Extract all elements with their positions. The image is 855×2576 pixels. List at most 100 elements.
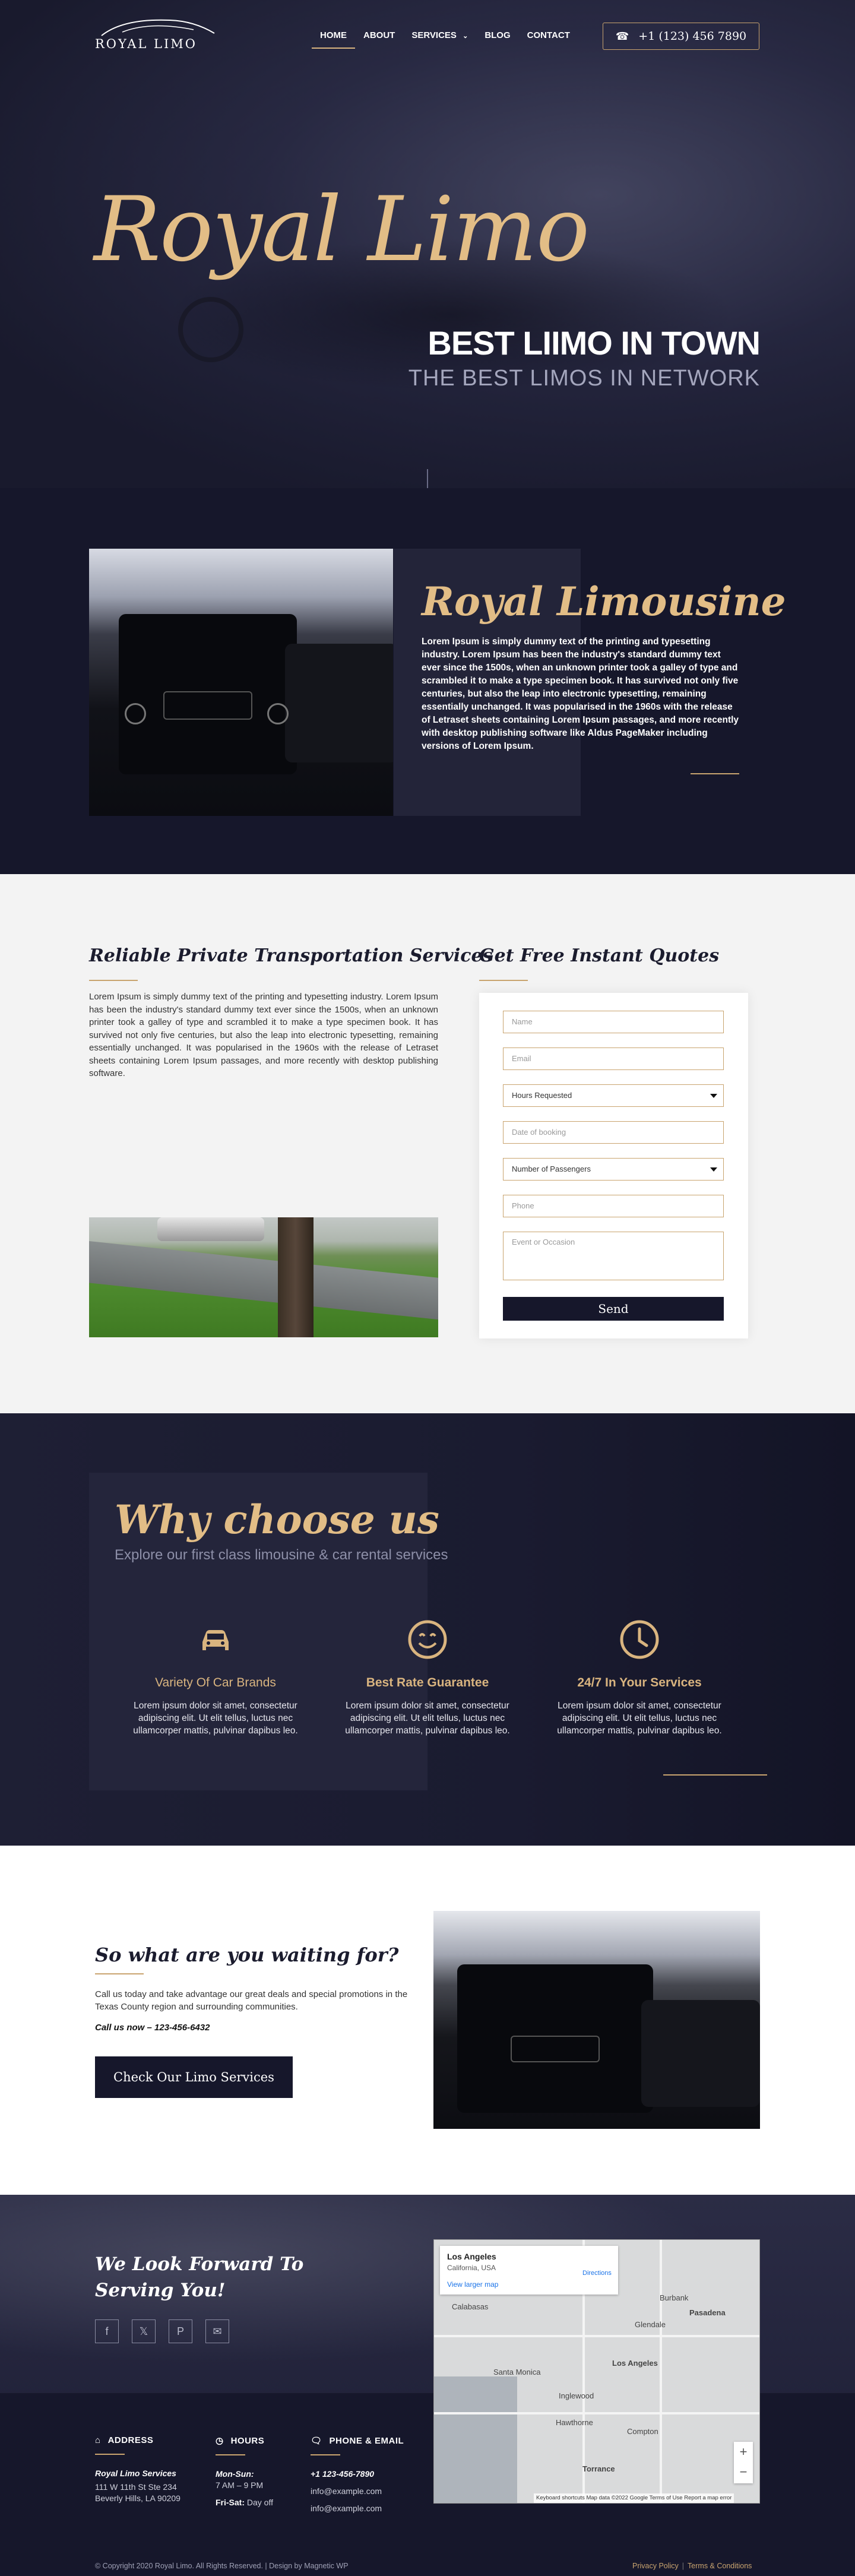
about-text: Lorem Ipsum is simply dummy text of the … — [422, 637, 739, 751]
about-divider — [691, 773, 739, 774]
map-label: Los Angeles — [612, 2359, 658, 2368]
nav-home[interactable]: HOME — [312, 29, 355, 50]
footer-address: ⌂ ADDRESS Royal Limo Services 111 W 11th … — [95, 2435, 180, 2504]
car-silhouette — [157, 1217, 264, 1241]
chat-icon: 🗨 — [311, 2436, 322, 2446]
headlight — [125, 703, 146, 724]
clock-icon: ◷ — [216, 2436, 224, 2446]
footer-contact: 🗨 PHONE & EMAIL +1 123-456-7890 info@exam… — [311, 2435, 404, 2514]
event-textarea[interactable]: Event or Occasion — [503, 1232, 724, 1280]
privacy-link[interactable]: Privacy Policy — [632, 2562, 679, 2570]
grille — [511, 2036, 600, 2062]
send-button[interactable]: Send — [503, 1297, 724, 1321]
contact-phone[interactable]: +1 123-456-7890 — [311, 2469, 404, 2480]
feature-name: Best Rate Guarantee — [366, 1676, 489, 1689]
nav-blog[interactable]: BLOG — [476, 29, 518, 50]
legal-separator: | — [682, 2562, 685, 2570]
home-icon: ⌂ — [95, 2435, 101, 2445]
hero-headline: BEST LIIMO IN TOWN — [428, 324, 761, 362]
feature-24-7: 24/7 In Your Services Lorem ipsum dolor … — [540, 1618, 739, 1737]
why-divider — [663, 1774, 767, 1776]
nav-contact[interactable]: CONTACT — [519, 29, 578, 50]
hero-script-title: Royal Limo — [94, 178, 590, 281]
phone-field[interactable]: Phone — [503, 1195, 724, 1217]
map-label: Compton — [627, 2427, 658, 2436]
footer-hours: ◷ HOURS Mon-Sun: 7 AM – 9 PM Fri-Sat: Day… — [216, 2435, 273, 2508]
map-label: Calabasas — [452, 2302, 489, 2311]
map-larger-link[interactable]: View larger map — [447, 2280, 498, 2289]
caret-down-icon — [710, 1167, 717, 1172]
footer-title: We Look Forward To Serving You! — [95, 2254, 304, 2301]
contact-email[interactable]: info@example.com — [311, 2503, 404, 2514]
hours-time2: Day off — [246, 2498, 273, 2507]
hours-select-value: Hours Requested — [512, 1091, 572, 1100]
google-map[interactable]: Los Angeles California, USA View larger … — [433, 2239, 760, 2504]
map-street — [434, 2335, 759, 2337]
map-zoom-control[interactable]: + − — [734, 2442, 753, 2483]
social-links: f 𝕏 P ✉ — [95, 2319, 229, 2343]
zoom-out-icon[interactable]: − — [734, 2462, 753, 2482]
nav-services[interactable]: SERVICES ⌄ — [403, 29, 476, 50]
road — [89, 1241, 438, 1321]
email-field[interactable]: Email — [503, 1048, 724, 1070]
copyright: © Copyright 2020 Royal Limo. All Rights … — [95, 2562, 349, 2570]
services-section: Reliable Private Transportation Services… — [0, 874, 855, 1413]
map-label: Glendale — [635, 2320, 666, 2329]
caret-down-icon — [710, 1094, 717, 1098]
why-section: Why choose us Explore our first class li… — [0, 1413, 855, 1846]
chevron-down-icon: ⌄ — [463, 33, 468, 40]
tree-trunk — [278, 1217, 314, 1337]
map-label: Santa Monica — [493, 2368, 541, 2376]
map-street — [660, 2240, 662, 2503]
hours-time1: 7 AM – 9 PM — [216, 2480, 264, 2490]
map-label: Torrance — [582, 2464, 615, 2473]
feature-text: Lorem ipsum dolor sit amet, consectetur … — [133, 1701, 298, 1736]
map-label: Pasadena — [689, 2308, 726, 2317]
main-nav: HOME ABOUT SERVICES ⌄ BLOG CONTACT — [312, 29, 578, 50]
address-heading: ADDRESS — [107, 2435, 154, 2445]
quote-title: Get Free Instant Quotes — [479, 945, 720, 966]
limo-services-button[interactable]: Check Our Limo Services — [95, 2056, 293, 2098]
date-field[interactable]: Date of booking — [503, 1121, 724, 1144]
limo-logo-icon — [101, 19, 215, 36]
logo-text: ROYAL LIMO — [95, 37, 198, 51]
logo[interactable]: ROYAL LIMO — [95, 17, 220, 55]
hero-car-wheel — [178, 297, 243, 362]
about-title: Royal Limousine — [422, 578, 786, 625]
hero-subheadline: THE BEST LIMOS IN NETWORK — [408, 366, 760, 391]
passengers-select-value: Number of Passengers — [512, 1164, 591, 1173]
hours-days2: Fri-Sat: — [216, 2498, 245, 2507]
phone-button[interactable]: ☎ +1 (123) 456 7890 — [603, 23, 759, 50]
pinterest-icon[interactable]: P — [169, 2319, 192, 2343]
map-label: Inglewood — [559, 2391, 594, 2400]
twitter-icon[interactable]: 𝕏 — [132, 2319, 156, 2343]
passengers-select[interactable]: Number of Passengers — [503, 1158, 724, 1181]
footer-divider — [216, 2454, 245, 2455]
map-attribution: Keyboard shortcuts Map data ©2022 Google… — [534, 2493, 734, 2503]
map-label: Burbank — [660, 2293, 689, 2302]
feature-name: 24/7 In Your Services — [577, 1676, 702, 1689]
hours-select[interactable]: Hours Requested — [503, 1084, 724, 1107]
address-line2: Beverly Hills, LA 90209 — [95, 2493, 180, 2503]
feature-text: Lorem ipsum dolor sit amet, consectetur … — [557, 1701, 722, 1736]
name-field[interactable]: Name — [503, 1011, 724, 1033]
hero-divider — [427, 469, 428, 488]
map-directions[interactable]: Directions — [582, 2270, 612, 2277]
facebook-icon[interactable]: f — [95, 2319, 119, 2343]
email-icon[interactable]: ✉ — [205, 2319, 229, 2343]
about-car-image — [89, 549, 393, 816]
address-name: Royal Limo Services — [95, 2469, 176, 2478]
map-place: Los Angeles — [447, 2252, 496, 2261]
nav-about[interactable]: ABOUT — [355, 29, 403, 50]
contact-email[interactable]: info@example.com — [311, 2486, 404, 2497]
map-info-card: Los Angeles California, USA View larger … — [440, 2246, 618, 2295]
terms-link[interactable]: Terms & Conditions — [688, 2562, 752, 2570]
hours-days1: Mon-Sun: — [216, 2469, 254, 2479]
cta-section: So what are you waiting for? Call us tod… — [0, 1846, 855, 2195]
feature-text: Lorem ipsum dolor sit amet, consectetur … — [345, 1701, 510, 1736]
zoom-in-icon[interactable]: + — [734, 2442, 753, 2462]
hours-heading: HOURS — [230, 2435, 265, 2446]
cta-title: So what are you waiting for? — [95, 1944, 399, 1966]
services-text: Lorem Ipsum is simply dummy text of the … — [89, 992, 438, 1078]
headlight — [267, 703, 289, 724]
